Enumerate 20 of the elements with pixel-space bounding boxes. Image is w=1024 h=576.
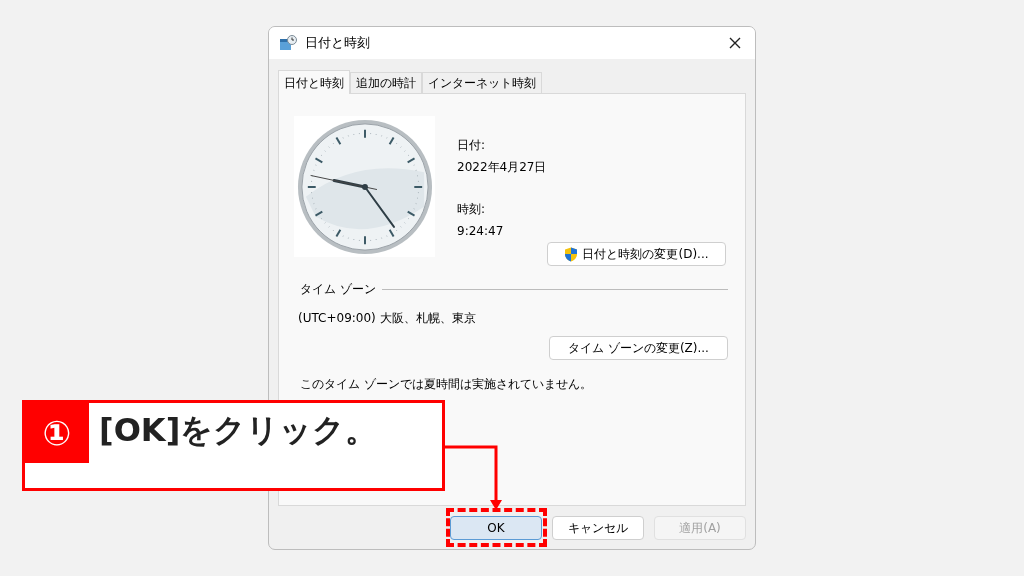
date-label: 日付:: [457, 137, 487, 154]
dst-note: このタイム ゾーンでは夏時間は実施されていません。: [299, 376, 593, 393]
shield-icon: [564, 246, 579, 262]
change-date-time-button[interactable]: 日付と時刻の変更(D)...: [547, 242, 726, 266]
calendar-clock-icon: [279, 35, 297, 51]
dialog-button[interactable]: キャンセル: [552, 516, 644, 540]
tab[interactable]: 追加の時計: [350, 72, 422, 93]
time-label: 時刻:: [457, 201, 487, 218]
window-title: 日付と時刻: [305, 34, 370, 53]
time-zone-value: (UTC+09:00) 大阪、札幌、東京: [297, 310, 477, 327]
time-value: 9:24:47: [457, 223, 505, 240]
change-time-zone-button[interactable]: タイム ゾーンの変更(Z)...: [549, 336, 728, 360]
dialog-button[interactable]: OK: [450, 516, 542, 540]
date-value: 2022年4月27日: [457, 159, 548, 176]
tab[interactable]: インターネット時刻: [422, 72, 542, 93]
section-heading: タイム ゾーン: [300, 281, 376, 298]
callout-text: [OK]をクリック。: [99, 410, 378, 451]
tab[interactable]: 日付と時刻: [278, 70, 350, 94]
close-icon[interactable]: [729, 37, 741, 49]
step-number: ①: [25, 403, 89, 463]
